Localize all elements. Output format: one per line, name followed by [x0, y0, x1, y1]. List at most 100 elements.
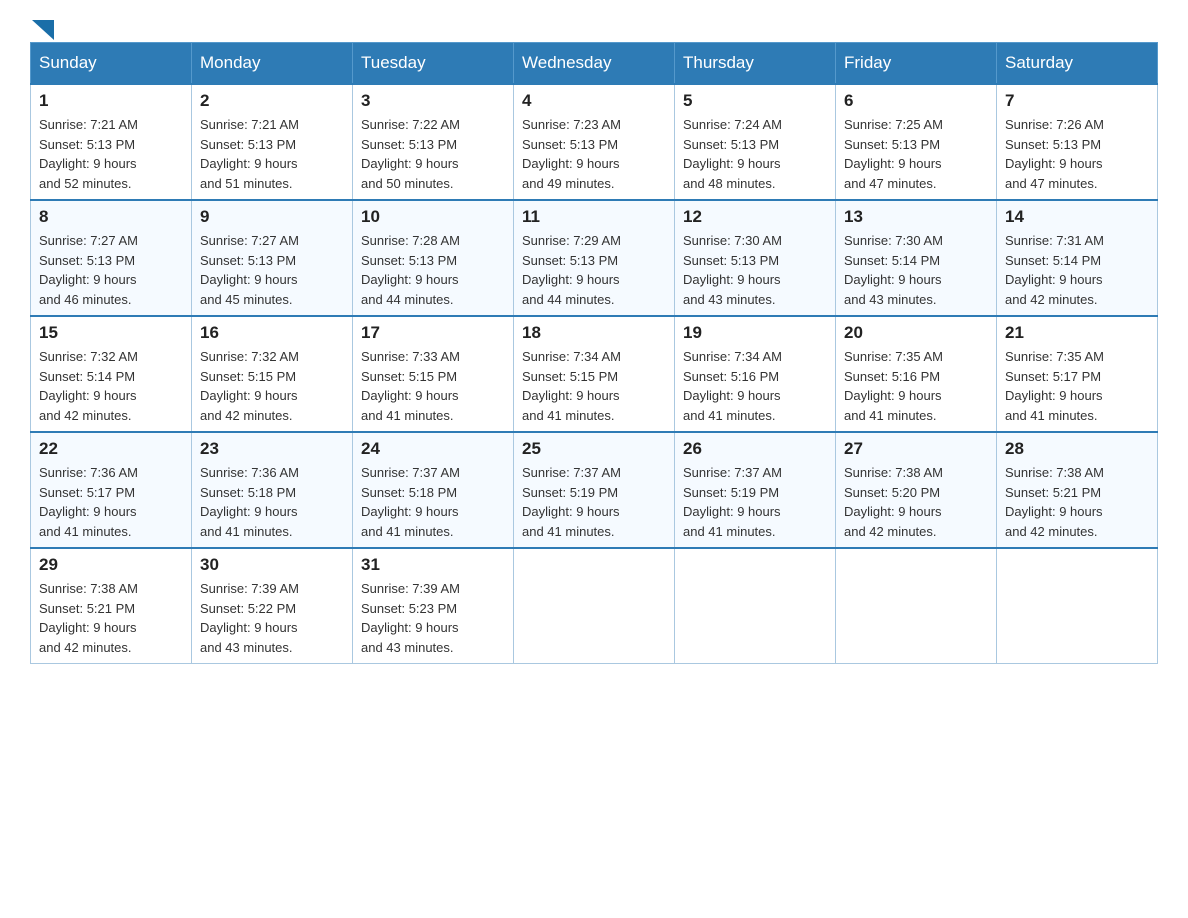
day-number: 11: [522, 207, 666, 227]
calendar-cell: 13 Sunrise: 7:30 AMSunset: 5:14 PMDayligh…: [836, 200, 997, 316]
calendar-cell: 8 Sunrise: 7:27 AMSunset: 5:13 PMDaylight…: [31, 200, 192, 316]
day-info: Sunrise: 7:27 AMSunset: 5:13 PMDaylight:…: [39, 231, 183, 309]
day-info: Sunrise: 7:32 AMSunset: 5:14 PMDaylight:…: [39, 347, 183, 425]
day-number: 16: [200, 323, 344, 343]
calendar-week-row: 1 Sunrise: 7:21 AMSunset: 5:13 PMDaylight…: [31, 84, 1158, 200]
day-number: 17: [361, 323, 505, 343]
calendar-week-row: 8 Sunrise: 7:27 AMSunset: 5:13 PMDaylight…: [31, 200, 1158, 316]
calendar-cell: 5 Sunrise: 7:24 AMSunset: 5:13 PMDaylight…: [675, 84, 836, 200]
weekday-header-sunday: Sunday: [31, 43, 192, 85]
day-number: 19: [683, 323, 827, 343]
day-number: 24: [361, 439, 505, 459]
logo: [30, 20, 54, 32]
calendar-cell: 3Sunrise: 7:22 AMSunset: 5:13 PMDaylight…: [353, 84, 514, 200]
calendar-cell: 9 Sunrise: 7:27 AMSunset: 5:13 PMDaylight…: [192, 200, 353, 316]
calendar-cell: [514, 548, 675, 664]
day-info: Sunrise: 7:34 AMSunset: 5:15 PMDaylight:…: [522, 347, 666, 425]
day-info: Sunrise: 7:29 AMSunset: 5:13 PMDaylight:…: [522, 231, 666, 309]
day-info: Sunrise: 7:24 AMSunset: 5:13 PMDaylight:…: [683, 115, 827, 193]
calendar-cell: 15 Sunrise: 7:32 AMSunset: 5:14 PMDayligh…: [31, 316, 192, 432]
day-number: 15: [39, 323, 183, 343]
day-info: Sunrise: 7:38 AMSunset: 5:20 PMDaylight:…: [844, 463, 988, 541]
calendar-table: SundayMondayTuesdayWednesdayThursdayFrid…: [30, 42, 1158, 664]
calendar-cell: 20 Sunrise: 7:35 AMSunset: 5:16 PMDayligh…: [836, 316, 997, 432]
day-number: 14: [1005, 207, 1149, 227]
calendar-cell: 27Sunrise: 7:38 AMSunset: 5:20 PMDayligh…: [836, 432, 997, 548]
day-info: Sunrise: 7:23 AMSunset: 5:13 PMDaylight:…: [522, 115, 666, 193]
calendar-cell: 30 Sunrise: 7:39 AMSunset: 5:22 PMDayligh…: [192, 548, 353, 664]
day-number: 5: [683, 91, 827, 111]
day-number: 20: [844, 323, 988, 343]
day-info: Sunrise: 7:34 AMSunset: 5:16 PMDaylight:…: [683, 347, 827, 425]
calendar-cell: 19 Sunrise: 7:34 AMSunset: 5:16 PMDayligh…: [675, 316, 836, 432]
day-number: 7: [1005, 91, 1149, 111]
calendar-cell: 26 Sunrise: 7:37 AMSunset: 5:19 PMDayligh…: [675, 432, 836, 548]
day-number: 22: [39, 439, 183, 459]
day-info: Sunrise: 7:28 AMSunset: 5:13 PMDaylight:…: [361, 231, 505, 309]
day-info: Sunrise: 7:39 AMSunset: 5:23 PMDaylight:…: [361, 579, 505, 657]
day-info: Sunrise: 7:38 AMSunset: 5:21 PMDaylight:…: [39, 579, 183, 657]
calendar-cell: 28 Sunrise: 7:38 AMSunset: 5:21 PMDayligh…: [997, 432, 1158, 548]
day-info: Sunrise: 7:33 AMSunset: 5:15 PMDaylight:…: [361, 347, 505, 425]
calendar-cell: 18 Sunrise: 7:34 AMSunset: 5:15 PMDayligh…: [514, 316, 675, 432]
calendar-cell: 7 Sunrise: 7:26 AMSunset: 5:13 PMDaylight…: [997, 84, 1158, 200]
calendar-cell: 23 Sunrise: 7:36 AMSunset: 5:18 PMDayligh…: [192, 432, 353, 548]
calendar-cell: 11 Sunrise: 7:29 AMSunset: 5:13 PMDayligh…: [514, 200, 675, 316]
calendar-cell: 24 Sunrise: 7:37 AMSunset: 5:18 PMDayligh…: [353, 432, 514, 548]
calendar-cell: 6Sunrise: 7:25 AMSunset: 5:13 PMDaylight…: [836, 84, 997, 200]
day-number: 18: [522, 323, 666, 343]
day-number: 28: [1005, 439, 1149, 459]
calendar-cell: 25 Sunrise: 7:37 AMSunset: 5:19 PMDayligh…: [514, 432, 675, 548]
day-info: Sunrise: 7:37 AMSunset: 5:19 PMDaylight:…: [683, 463, 827, 541]
weekday-header-wednesday: Wednesday: [514, 43, 675, 85]
day-number: 6: [844, 91, 988, 111]
day-number: 21: [1005, 323, 1149, 343]
day-info: Sunrise: 7:39 AMSunset: 5:22 PMDaylight:…: [200, 579, 344, 657]
calendar-cell: [675, 548, 836, 664]
day-info: Sunrise: 7:30 AMSunset: 5:13 PMDaylight:…: [683, 231, 827, 309]
day-info: Sunrise: 7:30 AMSunset: 5:14 PMDaylight:…: [844, 231, 988, 309]
day-info: Sunrise: 7:35 AMSunset: 5:17 PMDaylight:…: [1005, 347, 1149, 425]
day-number: 8: [39, 207, 183, 227]
calendar-cell: 16 Sunrise: 7:32 AMSunset: 5:15 PMDayligh…: [192, 316, 353, 432]
day-number: 1: [39, 91, 183, 111]
day-number: 30: [200, 555, 344, 575]
calendar-header-row: SundayMondayTuesdayWednesdayThursdayFrid…: [31, 43, 1158, 85]
day-number: 25: [522, 439, 666, 459]
day-info: Sunrise: 7:36 AMSunset: 5:18 PMDaylight:…: [200, 463, 344, 541]
calendar-week-row: 29 Sunrise: 7:38 AMSunset: 5:21 PMDayligh…: [31, 548, 1158, 664]
day-number: 26: [683, 439, 827, 459]
calendar-cell: [997, 548, 1158, 664]
day-number: 29: [39, 555, 183, 575]
day-info: Sunrise: 7:37 AMSunset: 5:19 PMDaylight:…: [522, 463, 666, 541]
weekday-header-friday: Friday: [836, 43, 997, 85]
calendar-cell: 29 Sunrise: 7:38 AMSunset: 5:21 PMDayligh…: [31, 548, 192, 664]
day-number: 2: [200, 91, 344, 111]
day-info: Sunrise: 7:35 AMSunset: 5:16 PMDaylight:…: [844, 347, 988, 425]
calendar-cell: 31Sunrise: 7:39 AMSunset: 5:23 PMDayligh…: [353, 548, 514, 664]
day-info: Sunrise: 7:36 AMSunset: 5:17 PMDaylight:…: [39, 463, 183, 541]
day-number: 10: [361, 207, 505, 227]
weekday-header-monday: Monday: [192, 43, 353, 85]
weekday-header-thursday: Thursday: [675, 43, 836, 85]
calendar-cell: 12Sunrise: 7:30 AMSunset: 5:13 PMDayligh…: [675, 200, 836, 316]
logo-arrow-icon: [32, 20, 54, 40]
calendar-week-row: 15 Sunrise: 7:32 AMSunset: 5:14 PMDayligh…: [31, 316, 1158, 432]
day-info: Sunrise: 7:32 AMSunset: 5:15 PMDaylight:…: [200, 347, 344, 425]
day-number: 9: [200, 207, 344, 227]
day-number: 23: [200, 439, 344, 459]
day-info: Sunrise: 7:31 AMSunset: 5:14 PMDaylight:…: [1005, 231, 1149, 309]
page-header: [30, 20, 1158, 32]
calendar-cell: 10 Sunrise: 7:28 AMSunset: 5:13 PMDayligh…: [353, 200, 514, 316]
weekday-header-saturday: Saturday: [997, 43, 1158, 85]
day-info: Sunrise: 7:37 AMSunset: 5:18 PMDaylight:…: [361, 463, 505, 541]
day-info: Sunrise: 7:38 AMSunset: 5:21 PMDaylight:…: [1005, 463, 1149, 541]
day-number: 13: [844, 207, 988, 227]
weekday-header-tuesday: Tuesday: [353, 43, 514, 85]
calendar-cell: 1 Sunrise: 7:21 AMSunset: 5:13 PMDaylight…: [31, 84, 192, 200]
day-info: Sunrise: 7:27 AMSunset: 5:13 PMDaylight:…: [200, 231, 344, 309]
day-info: Sunrise: 7:21 AMSunset: 5:13 PMDaylight:…: [39, 115, 183, 193]
day-info: Sunrise: 7:22 AMSunset: 5:13 PMDaylight:…: [361, 115, 505, 193]
day-info: Sunrise: 7:26 AMSunset: 5:13 PMDaylight:…: [1005, 115, 1149, 193]
day-info: Sunrise: 7:21 AMSunset: 5:13 PMDaylight:…: [200, 115, 344, 193]
